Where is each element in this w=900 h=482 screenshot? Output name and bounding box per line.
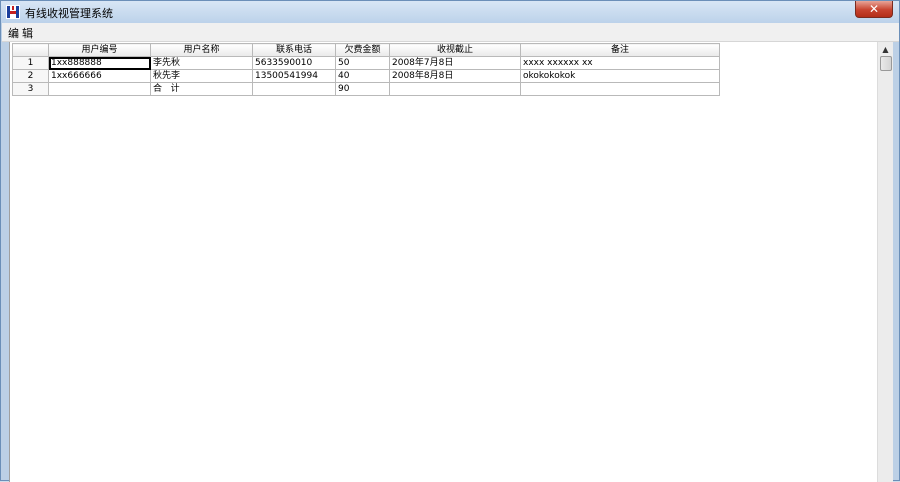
column-header-user-id[interactable]: 用户编号 bbox=[48, 43, 151, 57]
table-cell[interactable]: 1xx666666 bbox=[48, 69, 151, 83]
row-header[interactable]: 1 bbox=[12, 56, 49, 70]
menu-bar: 编辑 bbox=[2, 23, 899, 42]
grid-area: 用户编号 用户名称 联系电话 欠费金额 收视截止 备注 1 1xx888888 … bbox=[9, 42, 893, 482]
row-header[interactable]: 2 bbox=[12, 69, 49, 83]
table-cell[interactable] bbox=[252, 82, 336, 96]
menu-item-edit[interactable]: 编辑 bbox=[8, 25, 36, 41]
table-cell[interactable]: 50 bbox=[335, 56, 390, 70]
header-row: 用户编号 用户名称 联系电话 欠费金额 收视截止 备注 bbox=[12, 43, 720, 57]
table-row[interactable]: 2 1xx666666 秋先李 13500541994 40 2008年8月8日… bbox=[12, 69, 720, 83]
table-row[interactable]: 1 1xx888888 李先秋 5633590010 50 2008年7月8日 … bbox=[12, 56, 720, 70]
vertical-scrollbar[interactable]: ▲ bbox=[877, 42, 893, 482]
total-arrears-cell[interactable]: 90 bbox=[335, 82, 390, 96]
table-cell[interactable] bbox=[520, 82, 720, 96]
close-button[interactable]: ✕ bbox=[855, 1, 893, 18]
close-icon: ✕ bbox=[868, 2, 880, 16]
table-cell[interactable]: 40 bbox=[335, 69, 390, 83]
column-header-user-name[interactable]: 用户名称 bbox=[150, 43, 253, 57]
window-title: 有线收视管理系统 bbox=[25, 7, 113, 20]
corner-header[interactable] bbox=[12, 43, 49, 57]
table-cell[interactable]: xxxx xxxxxx xx bbox=[520, 56, 720, 70]
table-cell[interactable]: 13500541994 bbox=[252, 69, 336, 83]
table-cell[interactable]: 李先秋 bbox=[150, 56, 253, 70]
table-cell[interactable] bbox=[48, 82, 151, 96]
scroll-up-arrow-icon[interactable]: ▲ bbox=[880, 45, 891, 54]
table-cell[interactable] bbox=[389, 82, 521, 96]
table-cell[interactable]: 秋先李 bbox=[150, 69, 253, 83]
table-cell[interactable]: okokokokok bbox=[520, 69, 720, 83]
app-window: 有线收视管理系统 ✕ 编辑 用户编号 用户名称 联系电话 欠费金额 收视截止 备… bbox=[0, 0, 900, 482]
table-cell[interactable]: 2008年7月8日 bbox=[389, 56, 521, 70]
table-cell[interactable]: 5633590010 bbox=[252, 56, 336, 70]
title-bar[interactable]: 有线收视管理系统 ✕ bbox=[1, 1, 899, 23]
app-logo-icon bbox=[6, 4, 20, 19]
data-grid: 用户编号 用户名称 联系电话 欠费金额 收视截止 备注 1 1xx888888 … bbox=[12, 43, 720, 96]
column-header-phone[interactable]: 联系电话 bbox=[252, 43, 336, 57]
table-row-total[interactable]: 3 合 计 90 bbox=[12, 82, 720, 96]
column-header-arrears[interactable]: 欠费金额 bbox=[335, 43, 390, 57]
table-cell[interactable]: 1xx888888 bbox=[48, 56, 151, 70]
column-header-end-date[interactable]: 收视截止 bbox=[389, 43, 521, 57]
column-header-remarks[interactable]: 备注 bbox=[520, 43, 720, 57]
scroll-thumb[interactable] bbox=[880, 56, 892, 71]
total-label-cell[interactable]: 合 计 bbox=[150, 82, 253, 96]
row-header[interactable]: 3 bbox=[12, 82, 49, 96]
table-cell[interactable]: 2008年8月8日 bbox=[389, 69, 521, 83]
